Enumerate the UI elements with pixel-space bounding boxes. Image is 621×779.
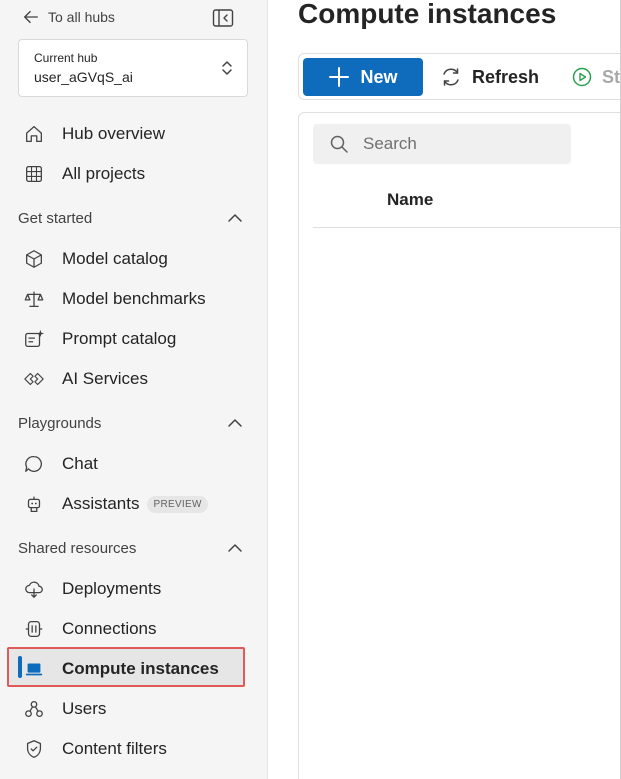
bot-icon [22,492,46,516]
back-to-hubs-link[interactable]: To all hubs [22,8,115,26]
search-input[interactable] [363,134,563,154]
users-icon [22,697,46,721]
nav-model-catalog[interactable]: Model catalog [22,242,168,276]
back-label: To all hubs [48,9,115,25]
section-title: Playgrounds [18,414,102,432]
nav-label: Model benchmarks [62,289,206,308]
sidebar-top-row: To all hubs [0,0,268,38]
nav-label: Hub overview [62,124,165,143]
nav-label: Assistants [62,494,140,513]
chevron-up-icon [228,544,242,552]
nav-label: Users [62,699,107,718]
nav-label: Deployments [62,579,162,598]
hub-selector[interactable]: Current hub user_aGVqS_ai [18,39,248,97]
search-box[interactable] [313,124,571,164]
nav-hub-overview[interactable]: Hub overview [22,117,165,151]
hub-name: user_aGVqS_ai [34,69,133,85]
nav-label: Chat [62,454,98,473]
nav-compute-instances[interactable]: Compute instances [22,652,219,686]
nav-users[interactable]: Users [22,692,106,726]
section-get-started[interactable]: Get started [18,204,248,232]
nav-label: Connections [62,619,157,638]
nav-ai-services[interactable]: AI Services [22,362,148,396]
chat-icon [22,452,46,476]
nav-model-benchmarks[interactable]: Model benchmarks [22,282,206,316]
nav-deployments[interactable]: Deployments [22,572,161,606]
nav-label: Prompt catalog [62,329,177,348]
new-button-label: New [360,66,398,87]
hub-caption: Current hub [34,51,98,65]
shield-icon [22,737,46,761]
cloud-deploy-icon [22,577,46,601]
nav-label: AI Services [62,369,148,388]
nav-label: Compute instances [62,659,219,678]
table-header-divider [313,227,621,228]
scales-icon [22,287,46,311]
start-button-label: Start [602,66,621,87]
section-playgrounds[interactable]: Playgrounds [18,409,248,437]
preview-badge: PREVIEW [147,495,208,513]
nav-prompt-catalog[interactable]: Prompt catalog [22,322,176,356]
refresh-icon [443,68,459,86]
sidebar: To all hubs Current hub user_aGVqS_ai Hu… [0,0,268,779]
nav-content-filters[interactable]: Content filters [22,732,167,766]
chevron-up-down-icon [222,61,232,75]
grid-icon [22,162,46,186]
arrow-left-icon [24,10,38,24]
instances-panel: Name [298,112,621,779]
nav-assistants[interactable]: Assistants PREVIEW [22,487,208,521]
section-title: Get started [18,209,93,227]
new-button[interactable]: New [303,58,423,96]
chevron-up-icon [228,419,242,427]
collapse-sidebar-icon[interactable] [212,8,234,28]
cube-icon [22,247,46,271]
refresh-button-label: Refresh [472,66,540,87]
nav-connections[interactable]: Connections [22,612,157,646]
prompt-sparkle-icon [22,327,46,351]
connections-icon [22,617,46,641]
section-shared-resources[interactable]: Shared resources [18,534,248,562]
plus-icon [329,67,350,87]
refresh-button[interactable]: Refresh [440,58,539,96]
nav-label: Content filters [62,739,167,758]
start-button[interactable]: Start [571,58,621,96]
nav-all-projects[interactable]: All projects [22,157,145,191]
nav-chat[interactable]: Chat [22,447,98,481]
toolbar: New Refresh Start [298,53,621,100]
search-icon [330,135,348,153]
play-circle-icon [572,67,592,87]
section-title: Shared resources [18,539,137,557]
nav-label: All projects [62,164,146,183]
laptop-icon [22,657,46,681]
column-header-name[interactable]: Name [387,190,433,210]
home-icon [22,122,46,146]
ai-services-icon [22,367,46,391]
chevron-up-icon [228,214,242,222]
nav-label: Model catalog [62,249,168,268]
page-title: Compute instances [298,0,557,29]
